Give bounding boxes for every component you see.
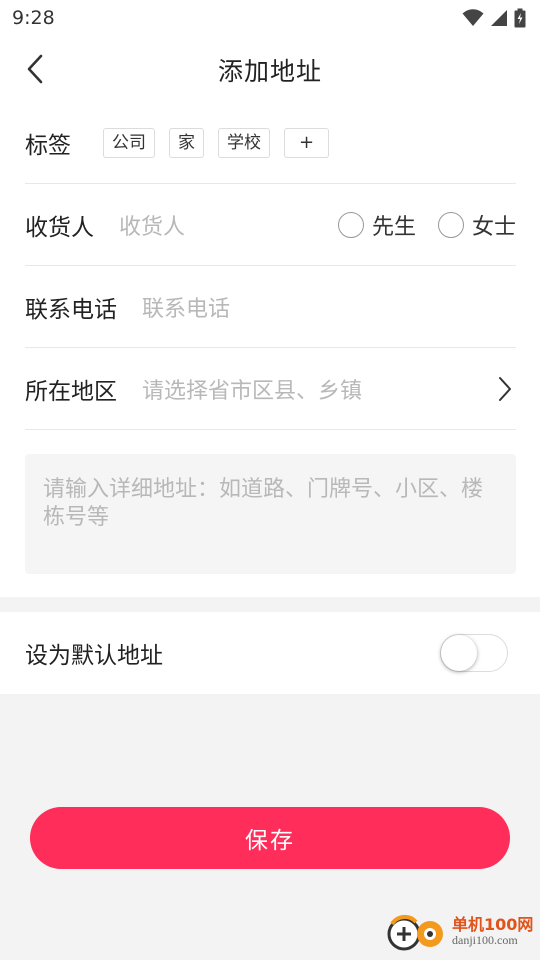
watermark: 单机100网 danji100.com <box>386 908 536 956</box>
tag-home[interactable]: 家 <box>169 127 204 158</box>
gender-selector: 先生 女士 <box>337 209 516 241</box>
phone-label: 联系电话 <box>25 296 117 323</box>
default-address-toggle[interactable] <box>440 634 508 672</box>
region-row[interactable]: 所在地区 请选择省市区县、乡镇 <box>25 348 516 430</box>
tag-list: 公司 家 学校 + <box>103 127 330 158</box>
signal-icon <box>491 10 507 26</box>
recipient-input[interactable]: 收货人 <box>119 209 185 241</box>
chevron-right-icon <box>499 376 511 401</box>
save-button[interactable]: 保存 <box>30 807 510 869</box>
page-title: 添加地址 <box>217 57 322 86</box>
phone-row: 联系电话 联系电话 <box>25 266 516 348</box>
battery-icon <box>514 8 526 28</box>
watermark-text: 单机100网 danji100.com <box>452 915 534 948</box>
radio-mr[interactable] <box>337 211 364 238</box>
address-form: 标签 公司 家 学校 + 收货人 收货人 先生 女士 联系电话 联系电话 所在地… <box>0 102 540 597</box>
recipient-label: 收货人 <box>25 214 94 241</box>
status-bar: 9:28 <box>0 0 540 36</box>
gender-label-ms: 女士 <box>471 214 516 240</box>
default-address-row: 设为默认地址 <box>0 612 540 694</box>
radio-ms[interactable] <box>437 211 464 238</box>
default-address-label: 设为默认地址 <box>25 643 163 669</box>
tag-row: 标签 公司 家 学校 + <box>25 102 516 184</box>
status-icons <box>462 8 526 28</box>
watermark-en: danji100.com <box>452 933 518 948</box>
toggle-knob <box>441 635 477 671</box>
status-time: 9:28 <box>12 7 55 29</box>
add-tag-button[interactable]: + <box>284 127 330 158</box>
watermark-logo-icon <box>387 914 443 951</box>
wifi-icon <box>462 9 484 26</box>
phone-input[interactable]: 联系电话 <box>142 291 230 323</box>
region-label: 所在地区 <box>25 378 117 405</box>
region-selector[interactable]: 请选择省市区县、乡镇 <box>142 373 362 405</box>
detail-address-input[interactable]: 请输入详细地址：如道路、门牌号、小区、楼栋号等 <box>25 454 516 574</box>
gender-label-mr: 先生 <box>371 214 416 240</box>
nav-bar: 添加地址 <box>0 36 540 102</box>
recipient-row: 收货人 收货人 先生 女士 <box>25 184 516 266</box>
tag-school[interactable]: 学校 <box>218 127 270 158</box>
watermark-cn: 单机100网 <box>452 915 534 935</box>
gender-option-ms[interactable]: 女士 <box>437 209 516 241</box>
gender-option-mr[interactable]: 先生 <box>337 209 416 241</box>
tag-label: 标签 <box>25 132 71 159</box>
tag-company[interactable]: 公司 <box>103 127 155 158</box>
